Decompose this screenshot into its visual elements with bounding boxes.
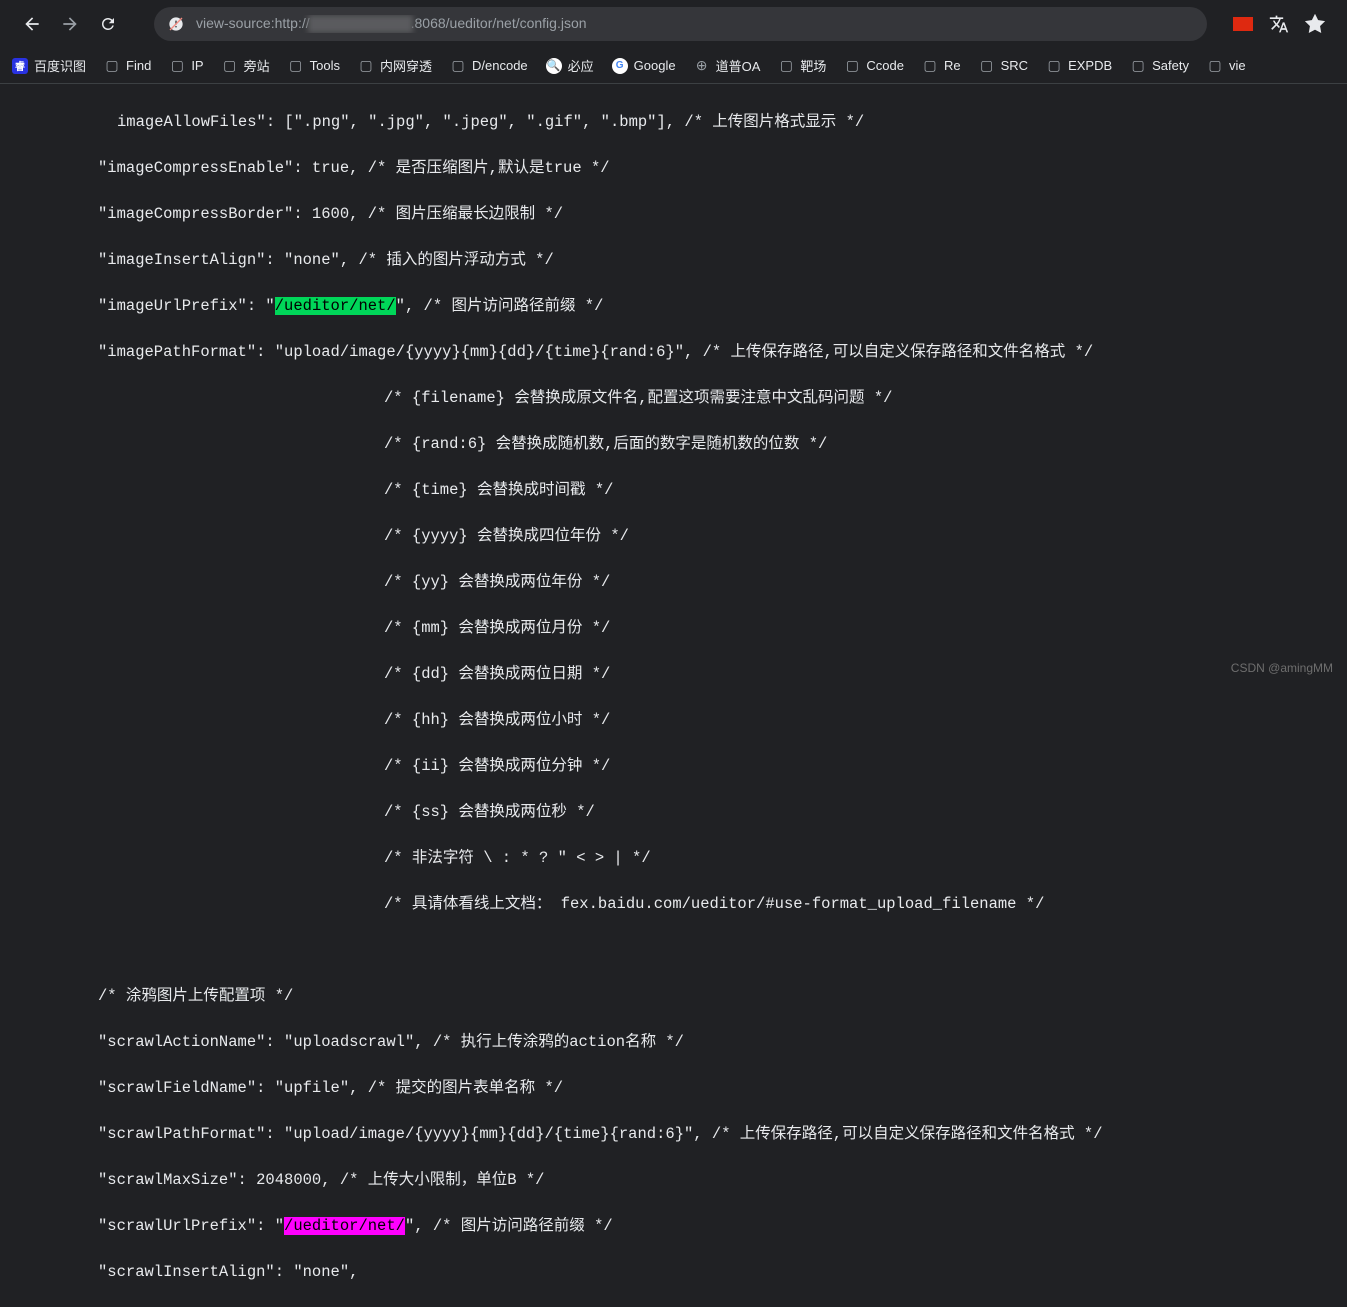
highlight-pink: /ueditor/net/ <box>284 1217 405 1235</box>
source-comment: /* {time} 会替换成时间戳 */ <box>98 479 1347 502</box>
bookmark-label: Safety <box>1152 58 1189 73</box>
star-icon[interactable] <box>1305 14 1325 34</box>
bookmark-src[interactable]: ▢ SRC <box>979 58 1028 74</box>
source-comment: /* {rand:6} 会替换成随机数,后面的数字是随机数的位数 */ <box>98 433 1347 456</box>
url-text: view-source:http://.8068/ueditor/net/con… <box>196 15 587 33</box>
bookmark-label: 靶场 <box>800 56 826 75</box>
translate-icon[interactable] <box>1269 14 1289 34</box>
bookmark-label: 道普OA <box>716 56 761 75</box>
forward-button[interactable] <box>60 14 80 34</box>
folder-icon: ▢ <box>104 58 120 74</box>
bookmark-label: Find <box>126 58 151 73</box>
source-line: "imageUrlPrefix": "/ueditor/net/", /* 图片… <box>98 295 1347 318</box>
baidu-icon: 睿 <box>12 58 28 74</box>
bookmark-label: vie <box>1229 58 1246 73</box>
source-comment: /* {hh} 会替换成两位小时 */ <box>98 709 1347 732</box>
reload-button[interactable] <box>98 14 118 34</box>
source-line: "scrawlUrlPrefix": "/ueditor/net/", /* 图… <box>98 1215 1347 1238</box>
source-line: "scrawlActionName": "uploadscrawl", /* 执… <box>98 1031 1347 1054</box>
bookmark-google[interactable]: G Google <box>612 58 676 74</box>
back-button[interactable] <box>22 14 42 34</box>
address-bar[interactable]: view-source:http://.8068/ueditor/net/con… <box>154 7 1207 41</box>
bookmark-label: 百度识图 <box>34 56 86 75</box>
toolbar-right <box>1233 14 1325 34</box>
bookmark-label: IP <box>191 58 203 73</box>
source-comment: /* {ss} 会替换成两位秒 */ <box>98 801 1347 824</box>
folder-icon: ▢ <box>1130 58 1146 74</box>
folder-icon: ▢ <box>922 58 938 74</box>
bookmark-tools[interactable]: ▢ Tools <box>288 58 340 74</box>
bookmark-find[interactable]: ▢ Find <box>104 58 151 74</box>
bookmark-label: Tools <box>310 58 340 73</box>
source-comment: /* {mm} 会替换成两位月份 */ <box>98 617 1347 640</box>
source-line: "imageCompressBorder": 1600, /* 图片压缩最长边限… <box>98 203 1347 226</box>
folder-icon: ▢ <box>979 58 995 74</box>
bookmark-baidu[interactable]: 睿 百度识图 <box>12 56 86 75</box>
source-blank <box>98 939 1347 962</box>
source-line: "imageInsertAlign": "none", /* 插入的图片浮动方式… <box>98 249 1347 272</box>
redacted-host <box>308 15 413 33</box>
folder-icon: ▢ <box>1207 58 1223 74</box>
bookmark-label: 必应 <box>568 56 594 75</box>
source-line: "scrawlMaxSize": 2048000, /* 上传大小限制，单位B … <box>98 1169 1347 1192</box>
source-line: "imagePathFormat": "upload/image/{yyyy}{… <box>98 341 1347 364</box>
highlight-green: /ueditor/net/ <box>275 297 396 315</box>
bookmark-label: SRC <box>1001 58 1028 73</box>
bookmark-bing[interactable]: 🔍 必应 <box>546 56 594 75</box>
not-secure-icon <box>168 16 184 32</box>
bing-icon: 🔍 <box>546 58 562 74</box>
source-comment: /* {yy} 会替换成两位年份 */ <box>98 571 1347 594</box>
source-comment: /* {dd} 会替换成两位日期 */ <box>98 663 1347 686</box>
bookmark-label: Re <box>944 58 961 73</box>
source-comment: /* {ii} 会替换成两位分钟 */ <box>98 755 1347 778</box>
source-line: imageAllowFiles": [".png", ".jpg", ".jpe… <box>98 111 1347 134</box>
bookmark-safety[interactable]: ▢ Safety <box>1130 58 1189 74</box>
bookmark-label: 内网穿透 <box>380 56 432 75</box>
folder-icon: ▢ <box>844 58 860 74</box>
watermark: CSDN @amingMM <box>1231 661 1333 675</box>
bookmark-vie[interactable]: ▢ vie <box>1207 58 1246 74</box>
folder-icon: ▢ <box>778 58 794 74</box>
bookmark-ccode[interactable]: ▢ Ccode <box>844 58 904 74</box>
folder-icon: ▢ <box>1046 58 1062 74</box>
folder-icon: ▢ <box>450 58 466 74</box>
nav-buttons <box>22 14 118 34</box>
bookmark-ip[interactable]: ▢ IP <box>169 58 203 74</box>
bookmark-daopu[interactable]: ⊕ 道普OA <box>694 56 761 75</box>
bookmark-dencode[interactable]: ▢ D/encode <box>450 58 528 74</box>
source-comment: /* 具请体看线上文档： fex.baidu.com/ueditor/#use-… <box>98 893 1347 916</box>
bookmark-label: Ccode <box>866 58 904 73</box>
bookmark-label: EXPDB <box>1068 58 1112 73</box>
source-line: "imageCompressEnable": true, /* 是否压缩图片,默… <box>98 157 1347 180</box>
folder-icon: ▢ <box>288 58 304 74</box>
browser-toolbar: view-source:http://.8068/ueditor/net/con… <box>0 0 1347 48</box>
bookmark-pangzhan[interactable]: ▢ 旁站 <box>222 56 270 75</box>
bookmark-bar: 睿 百度识图 ▢ Find ▢ IP ▢ 旁站 ▢ Tools ▢ 内网穿透 ▢ D/enc… <box>0 48 1347 84</box>
bookmark-label: Google <box>634 58 676 73</box>
source-view[interactable]: imageAllowFiles": [".png", ".jpg", ".jpe… <box>0 84 1347 1307</box>
source-line: "scrawlInsertAlign": "none", <box>98 1261 1347 1284</box>
flag-cn-icon[interactable] <box>1233 17 1253 31</box>
source-line: "scrawlPathFormat": "upload/image/{yyyy}… <box>98 1123 1347 1146</box>
bookmark-bachang[interactable]: ▢ 靶场 <box>778 56 826 75</box>
bookmark-neiwang[interactable]: ▢ 内网穿透 <box>358 56 432 75</box>
bookmark-expdb[interactable]: ▢ EXPDB <box>1046 58 1112 74</box>
folder-icon: ▢ <box>169 58 185 74</box>
globe-icon: ⊕ <box>694 58 710 74</box>
folder-icon: ▢ <box>222 58 238 74</box>
bookmark-label: D/encode <box>472 58 528 73</box>
source-comment: /* {yyyy} 会替换成四位年份 */ <box>98 525 1347 548</box>
bookmark-re[interactable]: ▢ Re <box>922 58 961 74</box>
google-icon: G <box>612 58 628 74</box>
source-comment: /* 涂鸦图片上传配置项 */ <box>98 985 1347 1008</box>
source-comment: /* {filename} 会替换成原文件名,配置这项需要注意中文乱码问题 */ <box>98 387 1347 410</box>
source-comment: /* 非法字符 \ : * ? " < > | */ <box>98 847 1347 870</box>
folder-icon: ▢ <box>358 58 374 74</box>
source-line: "scrawlFieldName": "upfile", /* 提交的图片表单名… <box>98 1077 1347 1100</box>
bookmark-label: 旁站 <box>244 56 270 75</box>
